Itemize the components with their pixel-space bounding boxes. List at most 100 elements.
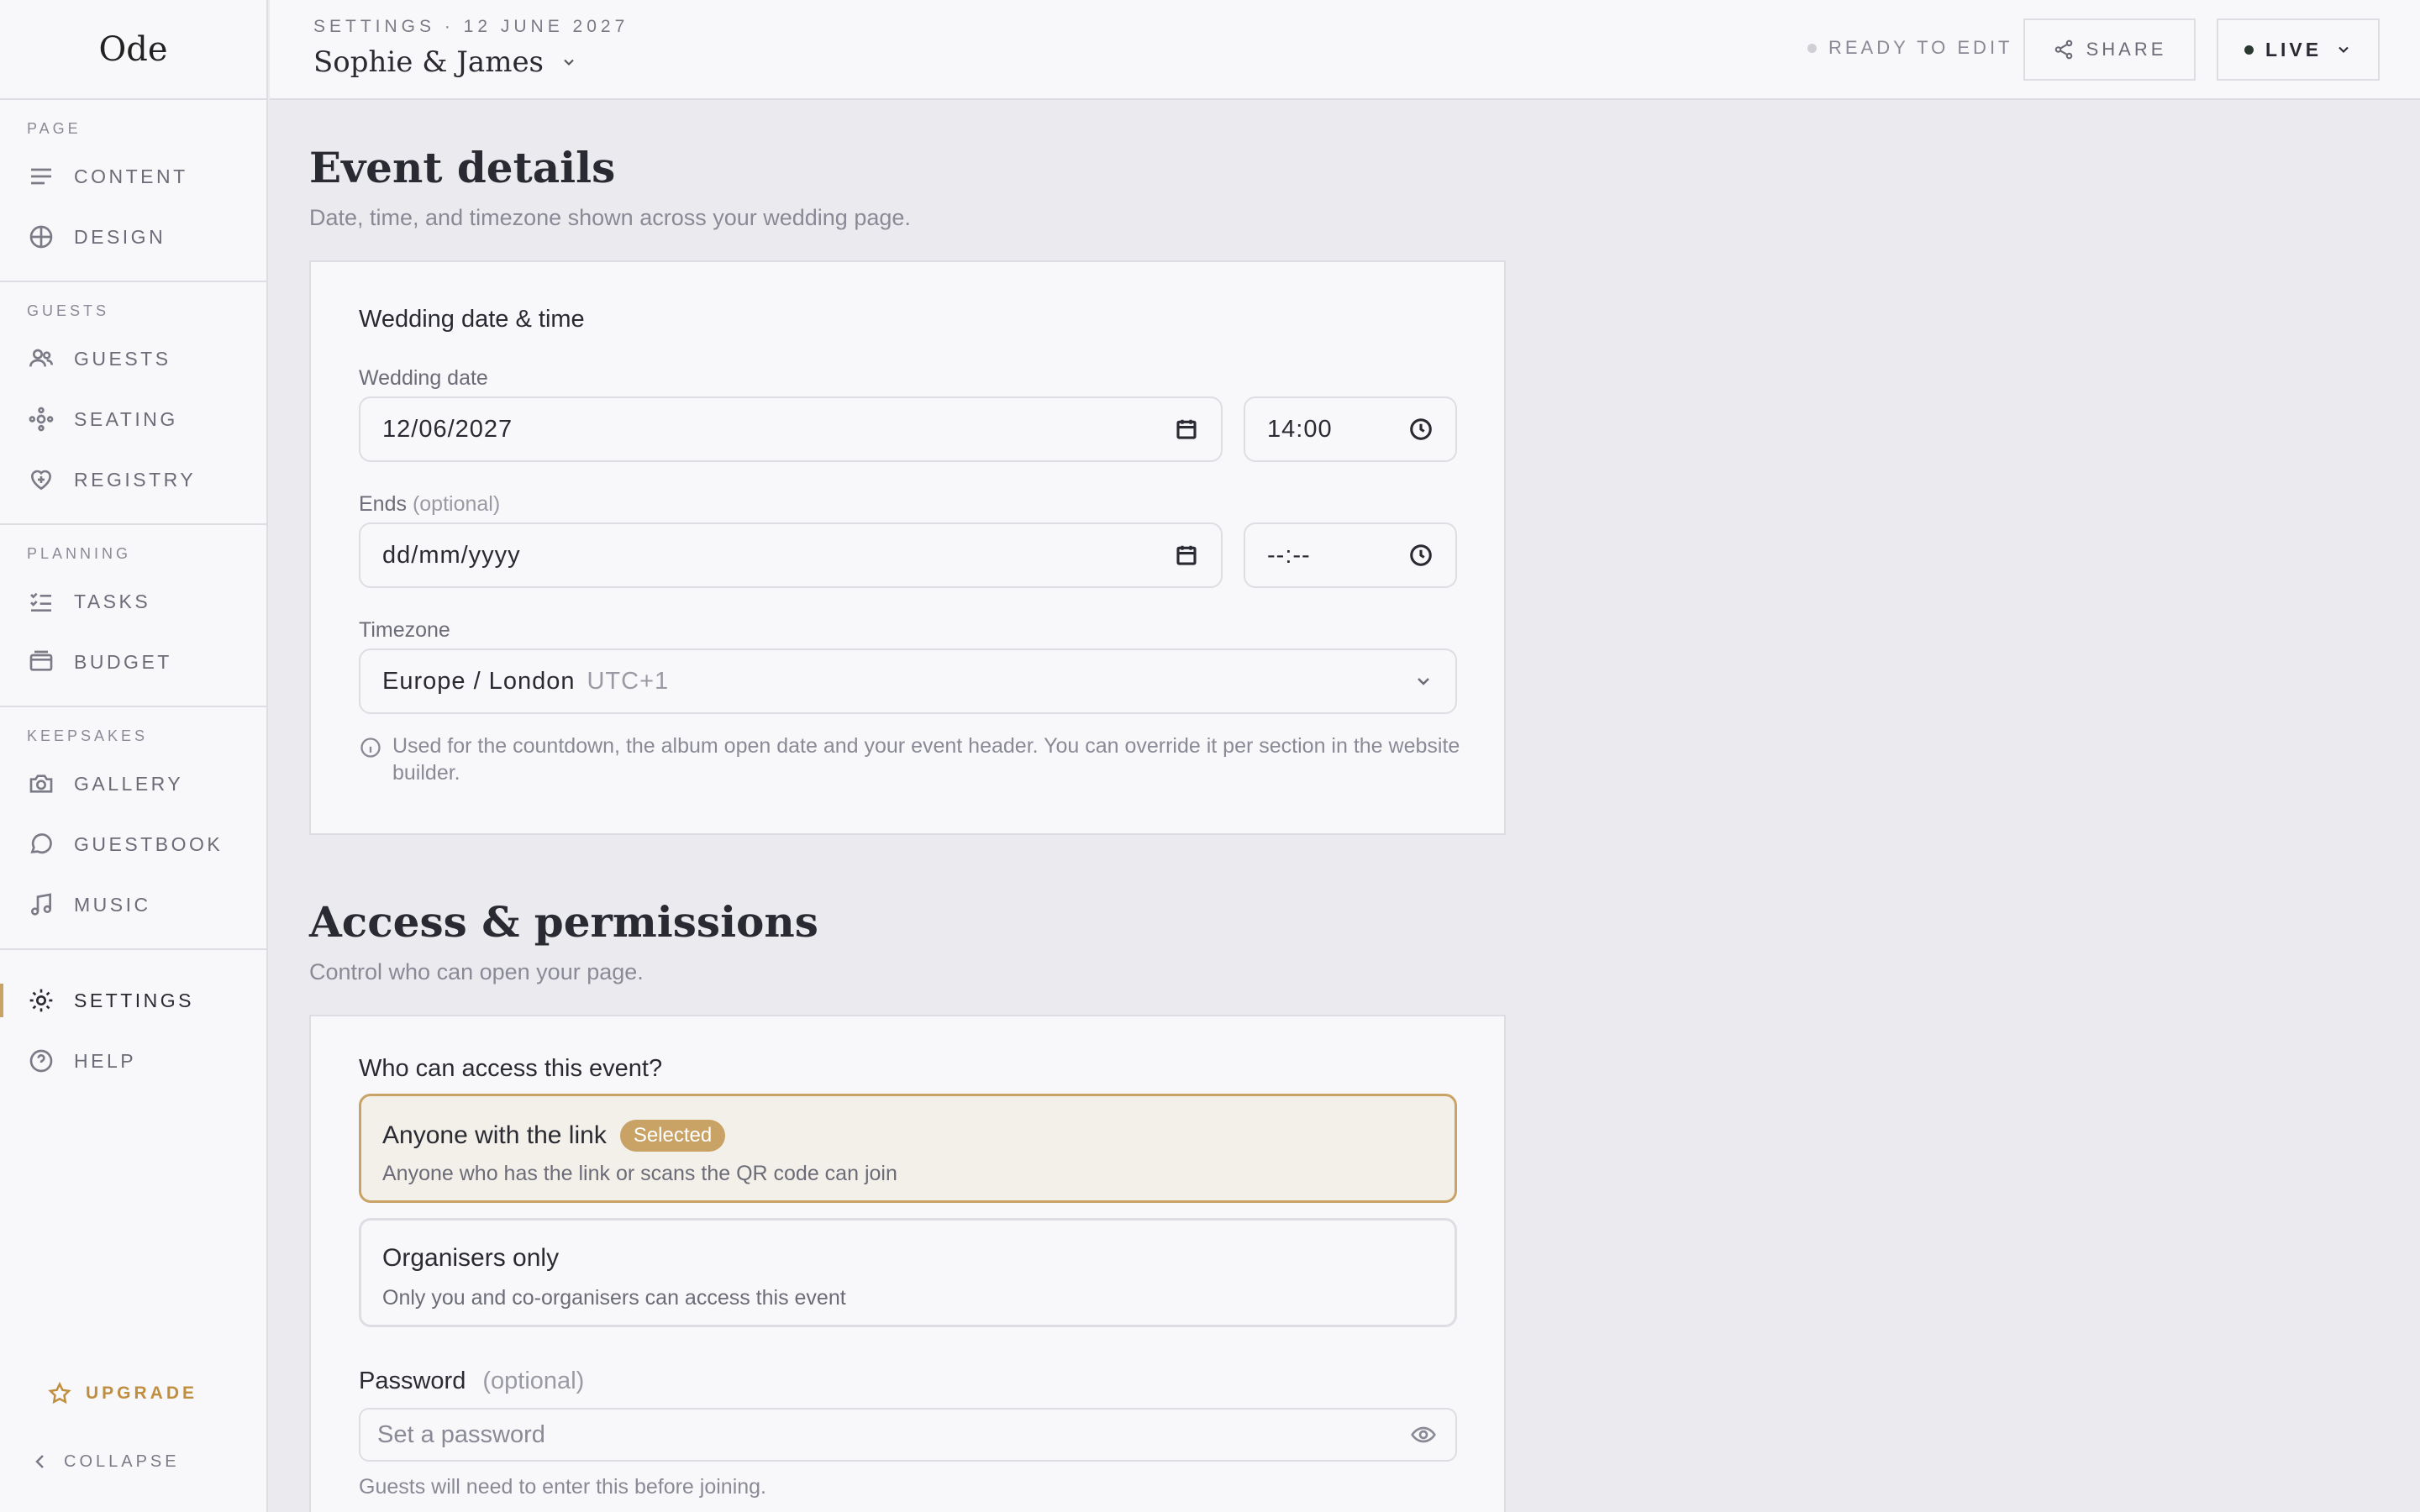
access-subtitle: Control who can open your page.	[309, 959, 644, 984]
sidebar-item-label: GUESTS	[74, 347, 171, 370]
sidebar-item-label: TASKS	[74, 590, 151, 612]
globe-icon	[27, 223, 55, 251]
sidebar-item-tasks[interactable]: TASKS	[0, 571, 266, 632]
timezone-value: Europe / London	[382, 667, 576, 695]
nav-heading: PAGE	[27, 120, 82, 137]
wedding-time-input[interactable]: 14:00	[1244, 396, 1457, 462]
nav-heading: GUESTS	[27, 302, 110, 319]
checklist-icon	[27, 587, 55, 616]
share-label: SHARE	[2086, 39, 2167, 60]
heart-plus-icon	[27, 465, 55, 494]
password-hint: Guests will need to enter this before jo…	[359, 1475, 766, 1499]
option-title-row: Organisers only	[382, 1244, 559, 1273]
event-name: Sophie & James	[313, 45, 544, 79]
status-text: READY TO EDIT	[1828, 37, 2013, 58]
share-icon	[2054, 39, 2072, 60]
nav-section-system: SETTINGS HELP	[0, 950, 266, 1105]
sidebar-item-guestbook[interactable]: GUESTBOOK	[0, 814, 266, 874]
calendar-icon[interactable]	[1174, 417, 1199, 442]
ends-time-input[interactable]: --:--	[1244, 522, 1457, 588]
sidebar-item-help[interactable]: HELP	[0, 1031, 266, 1091]
timezone-hint-text: Used for the countdown, the album open d…	[392, 734, 1460, 785]
sidebar-item-label: REGISTRY	[74, 468, 197, 491]
card-title: Wedding date & time	[359, 306, 585, 333]
nav-section-keepsakes: KEEPSAKES GALLERY GUESTBOOK MUSIC	[0, 707, 266, 950]
sidebar-item-design[interactable]: DESIGN	[0, 207, 266, 267]
nav-heading: KEEPSAKES	[27, 727, 149, 744]
timezone-label: Timezone	[359, 618, 450, 642]
calendar-icon[interactable]	[1174, 543, 1199, 568]
ends-date-input[interactable]: dd/mm/yyyy	[359, 522, 1223, 588]
clock-icon[interactable]	[1408, 543, 1434, 568]
sidebar-item-guests[interactable]: GUESTS	[0, 328, 266, 389]
sidebar-item-content[interactable]: CONTENT	[0, 146, 266, 207]
chat-icon	[27, 830, 55, 858]
chevron-down-icon	[2338, 46, 2349, 53]
sidebar-item-settings[interactable]: SETTINGS	[0, 970, 266, 1031]
password-placeholder: Set a password	[377, 1420, 545, 1448]
help-icon	[27, 1047, 55, 1075]
ends-optional: (optional)	[412, 492, 501, 516]
eye-icon[interactable]	[1410, 1421, 1437, 1448]
access-option-anyone[interactable]: Anyone with the link Selected Anyone who…	[359, 1094, 1457, 1203]
wedding-date-value: 12/06/2027	[382, 415, 513, 443]
timezone-offset: UTC+1	[587, 667, 670, 695]
star-icon	[48, 1381, 71, 1404]
clock-icon[interactable]	[1408, 417, 1434, 442]
access-question: Who can access this event?	[359, 1055, 663, 1082]
upgrade-button[interactable]: UPGRADE	[47, 1381, 197, 1406]
live-status-dropdown[interactable]: LIVE	[2217, 18, 2380, 81]
sidebar-item-label: GUESTBOOK	[74, 832, 224, 855]
option-desc: Anyone who has the link or scans the QR …	[382, 1162, 897, 1185]
chevron-left-icon	[35, 1455, 44, 1468]
sidebar-item-seating[interactable]: SEATING	[0, 389, 266, 449]
wallet-icon	[27, 648, 55, 676]
chevron-down-icon	[564, 59, 574, 66]
nav-section-page: PAGE CONTENT DESIGN	[0, 100, 266, 282]
sidebar-item-label: DESIGN	[74, 225, 166, 248]
wedding-time-value: 14:00	[1267, 415, 1333, 443]
ends-label-text: Ends	[359, 492, 407, 516]
edit-status: READY TO EDIT	[1807, 37, 2013, 59]
camera-icon	[27, 769, 55, 798]
live-label: LIVE	[2265, 38, 2323, 60]
sidebar-item-gallery[interactable]: GALLERY	[0, 753, 266, 814]
option-title: Organisers only	[382, 1244, 560, 1272]
nav-section-guests: GUESTS GUESTS SEATING REGISTRY	[0, 282, 266, 525]
share-button[interactable]: SHARE	[2023, 18, 2196, 81]
music-icon	[27, 890, 55, 919]
ends-label: Ends (optional)	[359, 492, 500, 517]
live-dot	[2244, 45, 2254, 55]
nav-heading: PLANNING	[27, 545, 132, 562]
timezone-select[interactable]: Europe / London UTC+1	[359, 648, 1457, 714]
sidebar-item-label: GALLERY	[74, 772, 184, 795]
sidebar-item-registry[interactable]: REGISTRY	[0, 449, 266, 510]
sidebar-item-label: BUDGET	[74, 650, 172, 673]
option-title: Anyone with the link	[382, 1121, 607, 1149]
sidebar-item-label: SEATING	[74, 407, 178, 430]
wedding-date-input[interactable]: 12/06/2027	[359, 396, 1223, 462]
password-input[interactable]: Set a password	[359, 1408, 1457, 1462]
users-icon	[27, 344, 55, 373]
breadcrumb: SETTINGS · 12 JUNE 2027	[313, 17, 629, 36]
access-title: Access & permissions	[309, 897, 818, 947]
event-switcher[interactable]: Sophie & James	[313, 45, 577, 79]
lines-icon	[27, 162, 55, 191]
option-desc: Only you and co-organisers can access th…	[382, 1286, 846, 1310]
wedding-date-label: Wedding date	[359, 366, 488, 390]
sidebar-item-budget[interactable]: BUDGET	[0, 632, 266, 692]
sidebar-item-music[interactable]: MUSIC	[0, 874, 266, 935]
info-icon	[360, 738, 381, 758]
password-optional: (optional)	[482, 1368, 585, 1394]
sidebar-item-label: CONTENT	[74, 165, 188, 187]
sidebar-item-label: HELP	[74, 1049, 137, 1072]
sun-gear-icon	[27, 986, 55, 1015]
app-logo[interactable]: Ode	[0, 0, 266, 100]
access-option-organisers[interactable]: Organisers only Only you and co-organise…	[359, 1218, 1457, 1327]
sidebar-item-label: SETTINGS	[74, 989, 195, 1011]
ends-date-placeholder: dd/mm/yyyy	[382, 541, 521, 569]
collapse-label: COLLAPSE	[64, 1452, 180, 1471]
option-title-row: Anyone with the link Selected	[382, 1120, 726, 1152]
collapse-button[interactable]: COLLAPSE	[30, 1452, 180, 1472]
access-card: Who can access this event? Anyone with t…	[309, 1015, 1506, 1512]
